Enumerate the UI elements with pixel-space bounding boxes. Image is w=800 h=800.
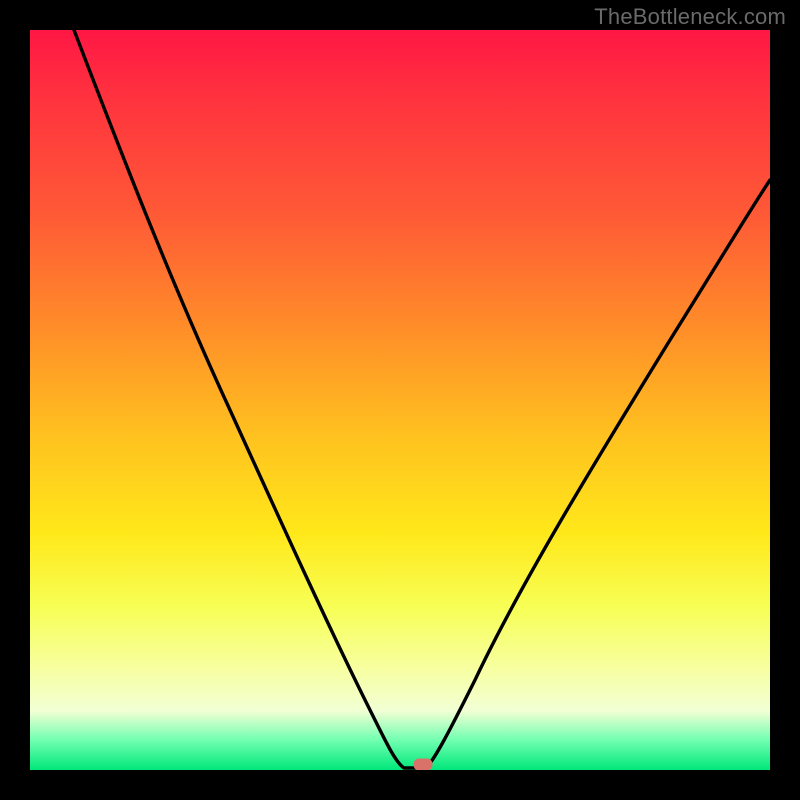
curve-svg <box>30 30 770 770</box>
plot-area <box>30 30 770 770</box>
chart-frame: TheBottleneck.com <box>0 0 800 800</box>
minimum-marker <box>414 759 432 770</box>
bottleneck-curve <box>74 30 770 768</box>
watermark-text: TheBottleneck.com <box>594 4 786 30</box>
